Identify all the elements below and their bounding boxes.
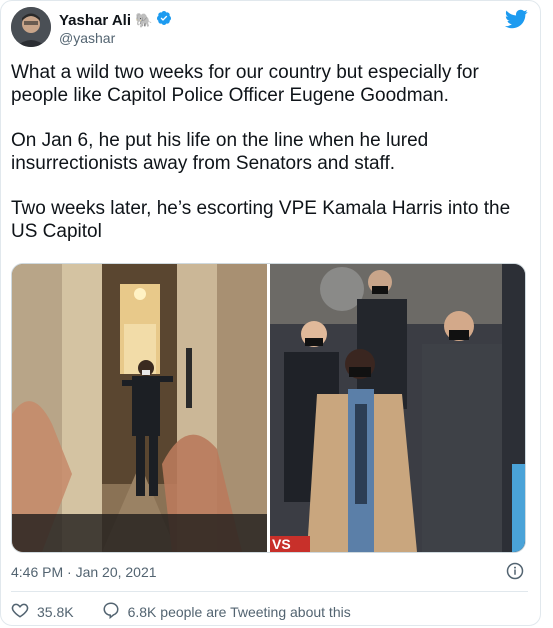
tweet-text: What a wild two weeks for our country bu…: [11, 61, 531, 265]
author-name-row[interactable]: Yashar Ali 🐘: [59, 10, 172, 30]
elephant-icon: 🐘: [134, 11, 153, 28]
verified-badge-icon: [156, 10, 172, 30]
divider: [11, 591, 528, 592]
tweet-paragraph-2: On Jan 6, he put his life on the line wh…: [11, 130, 434, 174]
media-overlay-text: VS: [272, 536, 291, 552]
author-handle[interactable]: @yashar: [59, 30, 115, 46]
talking-action[interactable]: 6.8K people are Tweeting about this: [102, 601, 351, 622]
like-count: 35.8K: [37, 603, 74, 620]
author-name[interactable]: Yashar Ali: [59, 12, 131, 29]
info-icon[interactable]: [506, 562, 524, 580]
tweet-actions: 35.8K 6.8K people are Tweeting about thi…: [11, 601, 379, 622]
author-avatar[interactable]: [11, 7, 51, 47]
tweet-timestamp[interactable]: 4:46 PM · Jan 20, 2021: [11, 564, 157, 580]
capitol-hallway-photo[interactable]: [12, 264, 267, 552]
reply-bubble-icon[interactable]: [102, 601, 120, 622]
tweet-paragraph-1: What a wild two weeks for our country bu…: [11, 62, 485, 106]
tweet-paragraph-3: Two weeks later, he’s escorting VPE Kama…: [11, 198, 516, 242]
talking-text: 6.8K people are Tweeting about this: [127, 603, 351, 620]
escort-procession-photo[interactable]: VS: [270, 264, 525, 552]
tweet-header: Yashar Ali 🐘 @yashar: [11, 7, 528, 51]
twitter-bird-icon[interactable]: [504, 7, 528, 31]
tweet-card: Yashar Ali 🐘 @yashar What a wild two wee…: [0, 0, 541, 626]
heart-icon[interactable]: [11, 601, 29, 622]
like-action[interactable]: 35.8K: [11, 601, 74, 622]
tweet-media[interactable]: VS: [11, 263, 526, 553]
